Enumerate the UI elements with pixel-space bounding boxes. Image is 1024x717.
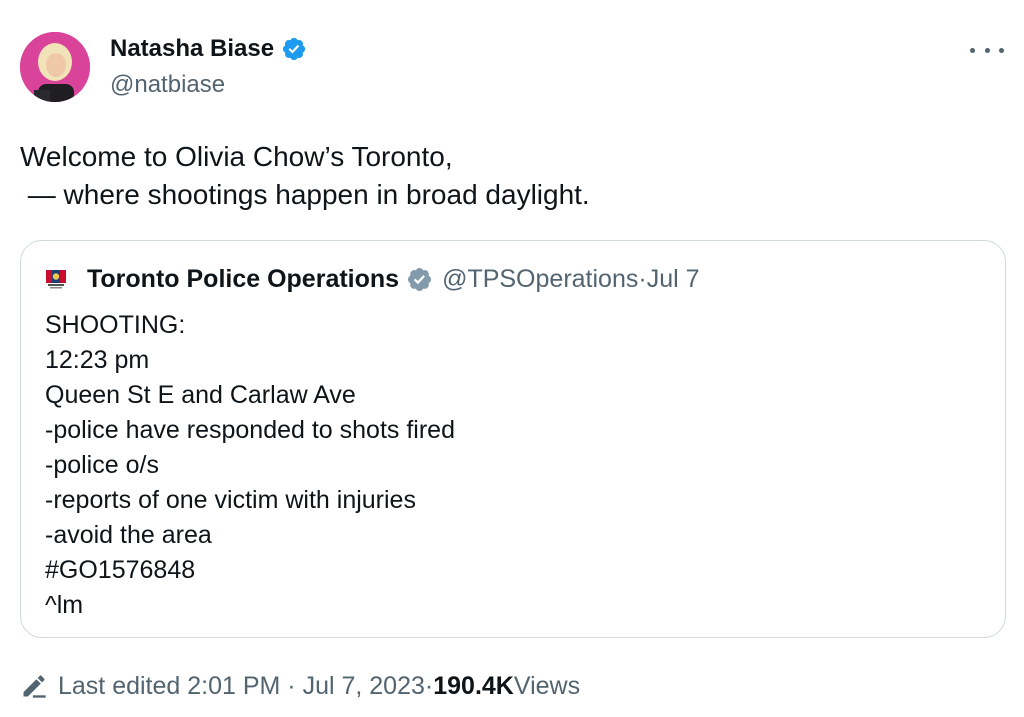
quoted-tweet-text: SHOOTING: 12:23 pm Queen St E and Carlaw… — [45, 308, 455, 623]
quoted-text-line: SHOOTING: — [45, 311, 186, 339]
author-handle[interactable]: @natbiase — [110, 69, 225, 101]
toronto-police-logo-icon — [46, 270, 66, 289]
quoted-text-line: Queen St E and Carlaw Ave — [45, 381, 356, 409]
tweet-footer: Last edited 2:01 PM · Jul 7, 2023 · 190.… — [20, 668, 580, 704]
author-name[interactable]: Natasha Biase — [110, 33, 274, 65]
quoted-text-line: -avoid the area — [45, 521, 212, 549]
quoted-text-line[interactable]: #GO1576848 — [45, 553, 455, 588]
more-options-icon — [970, 47, 975, 53]
views-label: Views — [513, 672, 581, 700]
more-options-icon-dot — [999, 47, 1004, 53]
pencil-edit-icon — [23, 675, 46, 698]
more-options-button[interactable] — [970, 38, 1004, 62]
tweet-text-line: Welcome to Olivia Chow’s Toronto, — [20, 141, 453, 172]
quoted-text-line: ^lm — [45, 591, 84, 619]
quoted-text-line: -police o/s — [45, 451, 159, 479]
tweet-text: Welcome to Olivia Chow’s Toronto, — wher… — [20, 138, 1000, 214]
meta-separator: · — [424, 672, 434, 700]
more-options-icon-dot — [984, 47, 990, 53]
quoted-tweet-card[interactable]: Toronto Police Operations @TPSOperations… — [20, 240, 1006, 638]
avatar[interactable] — [20, 32, 90, 102]
meta-separator: · — [638, 265, 647, 293]
avatar-image — [20, 32, 90, 102]
tweet-text-line: — where shootings happen in broad daylig… — [20, 179, 590, 210]
quoted-text-line: -police have responded to shots fired — [45, 416, 455, 444]
views-count: 190.4K — [433, 672, 514, 700]
quoted-text-line: 12:23 pm — [45, 346, 150, 374]
quoted-author-handle[interactable]: @TPSOperations — [442, 263, 638, 295]
verified-badge-icon[interactable] — [406, 266, 433, 293]
last-edited-label[interactable]: Last edited 2:01 PM · Jul 7, 2023 — [58, 668, 425, 704]
verified-badge-icon[interactable] — [281, 36, 307, 62]
author-name-row: Natasha Biase — [110, 33, 307, 65]
quoted-text-line: -reports of one victim with injuries — [45, 486, 416, 514]
quoted-author-name[interactable]: Toronto Police Operations — [87, 263, 399, 295]
quoted-tweet-header: Toronto Police Operations @TPSOperations… — [45, 263, 700, 295]
quoted-tweet-date[interactable]: Jul 7 — [647, 263, 700, 295]
